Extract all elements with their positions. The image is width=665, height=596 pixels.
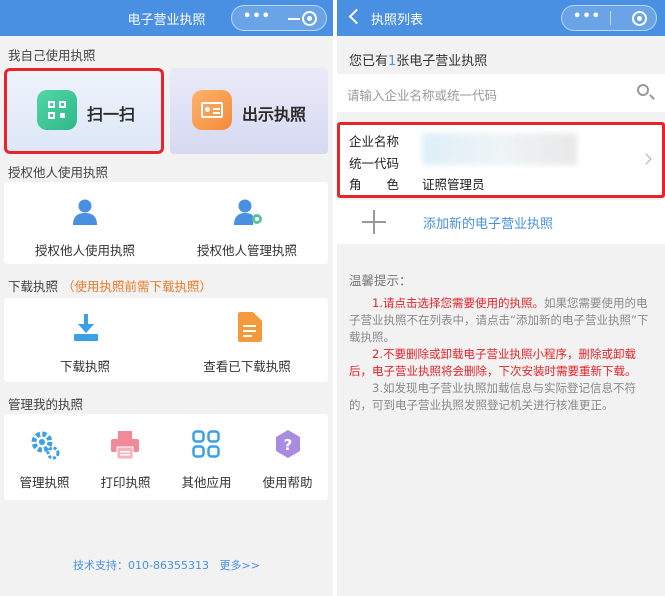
more-dots-icon[interactable]: ••• [242, 9, 272, 27]
back-arrow-icon[interactable] [348, 8, 365, 25]
section-title-my-use: 我自己使用执照 [8, 48, 96, 63]
search-bar[interactable]: 请输入企业名称或统一代码 [337, 74, 665, 112]
tip-3: 3.如发现电子营业执照加载信息与实际登记信息不符的，可到电子营业执照发照登记机关… [349, 381, 636, 412]
add-license-row[interactable]: 添加新的电子营业执照 [337, 200, 665, 244]
plus-icon[interactable] [362, 210, 386, 234]
printer-icon [111, 431, 139, 460]
authorize-use-item[interactable]: 授权他人使用执照 [4, 182, 166, 264]
authorize-use-label: 授权他人使用执照 [34, 243, 135, 258]
print-license-item[interactable]: 打印执照 [85, 414, 166, 500]
section-title-manage: 管理我的执照 [8, 397, 84, 412]
user-icon [73, 199, 97, 225]
authorize-manage-item[interactable]: 授权他人管理执照 [166, 182, 328, 264]
authorize-manage-label: 授权他人管理执照 [196, 243, 297, 258]
user-gear-icon [234, 199, 262, 225]
apps-grid-icon [192, 430, 220, 458]
left-capsule-menu[interactable]: ••• [231, 5, 327, 31]
section-title-download: 下载执照 （使用执照前需下载执照） [8, 276, 212, 295]
show-license-label: 出示执照 [242, 105, 307, 124]
count-suffix: 张电子营业执照 [396, 54, 488, 69]
unified-code-label: 统一代码 [349, 156, 400, 171]
svg-text:?: ? [284, 436, 293, 454]
chevron-right-icon [640, 153, 652, 165]
view-downloaded-label: 查看已下载执照 [203, 359, 291, 374]
more-link[interactable]: 更多>> [220, 559, 260, 572]
search-icon[interactable] [637, 84, 649, 96]
right-capsule-menu[interactable]: ••• [561, 5, 657, 31]
print-license-label: 打印执照 [100, 475, 151, 490]
manage-license-item[interactable]: 管理执照 [4, 414, 85, 500]
gear-icon [31, 431, 60, 460]
qr-code-icon [37, 90, 77, 130]
download-item[interactable]: 下载执照 [4, 298, 166, 382]
count-prefix: 您已有 [349, 54, 389, 69]
other-apps-label: 其他应用 [181, 475, 232, 490]
section-title-authorize: 授权他人使用执照 [8, 165, 109, 180]
scan-button[interactable]: 扫一扫 [4, 68, 164, 154]
show-license-button[interactable]: 出示执照 [170, 68, 328, 154]
left-screen: 电子营业执照 ••• 我自己使用执照 扫一扫 出示执照 授权他人使用执照 授权他… [0, 0, 333, 596]
download-label: 下载执照 [59, 359, 110, 374]
capsule-divider [610, 11, 611, 25]
tip-1-highlight: 1.请点击选择您需要使用的执照。 [372, 296, 544, 310]
left-nav-bar: 电子营业执照 ••• [0, 0, 333, 36]
help-label: 使用帮助 [262, 475, 313, 490]
tip-1: 1.请点击选择您需要使用的执照。如果您需要使用的电子营业执照不在列表中，请点击“… [349, 295, 655, 346]
authorize-panel: 授权他人使用执照 授权他人管理执照 [4, 182, 328, 264]
footer: 技术支持：010-86355313 更多>> [0, 557, 333, 573]
minimize-icon[interactable] [288, 18, 300, 20]
license-count: 您已有1张电子营业执照 [349, 50, 487, 69]
right-nav-bar: 执照列表 ••• [337, 0, 665, 36]
download-note: （使用执照前需下载执照） [62, 279, 213, 294]
right-screen: 执照列表 ••• 您已有1张电子营业执照 请输入企业名称或统一代码 企业名称 统… [337, 0, 665, 596]
other-apps-item[interactable]: 其他应用 [166, 414, 247, 500]
close-target-icon[interactable] [302, 11, 317, 26]
view-downloaded-item[interactable]: 查看已下载执照 [166, 298, 328, 382]
add-license-label[interactable]: 添加新的电子营业执照 [423, 213, 553, 232]
more-dots-icon[interactable]: ••• [572, 9, 602, 27]
role-value: 证照管理员 [422, 177, 485, 192]
role-label: 角 色 [349, 177, 400, 192]
download-panel: 下载执照 查看已下载执照 [4, 298, 328, 382]
company-name-label: 企业名称 [349, 134, 400, 149]
scan-label: 扫一扫 [87, 105, 136, 124]
manage-panel: 管理执照 打印执照 其他应用 ? 使用帮助 [4, 414, 328, 500]
document-icon [238, 312, 262, 342]
close-target-icon[interactable] [632, 11, 647, 26]
search-input[interactable]: 请输入企业名称或统一代码 [347, 85, 497, 104]
right-nav-title: 执照列表 [371, 13, 424, 28]
download-title-text: 下载执照 [8, 279, 59, 294]
manage-license-label: 管理执照 [19, 475, 70, 490]
tips-section: 温馨提示： 1.请点击选择您需要使用的执照。如果您需要使用的电子营业执照不在列表… [349, 272, 655, 414]
download-icon [74, 314, 98, 341]
license-card[interactable]: 企业名称 统一代码 角 色 证照管理员 [337, 122, 665, 198]
help-icon: ? [276, 430, 300, 458]
tips-title: 温馨提示： [349, 273, 412, 288]
tip-2: 2.不要删除或卸载电子营业执照小程序，删除或卸载后，电子营业执照将会删除，下次安… [349, 347, 637, 378]
redacted-company-info [422, 133, 577, 165]
id-card-icon [192, 90, 232, 130]
help-item[interactable]: ? 使用帮助 [247, 414, 328, 500]
tech-support-text: 技术支持：010-86355313 [73, 559, 209, 572]
